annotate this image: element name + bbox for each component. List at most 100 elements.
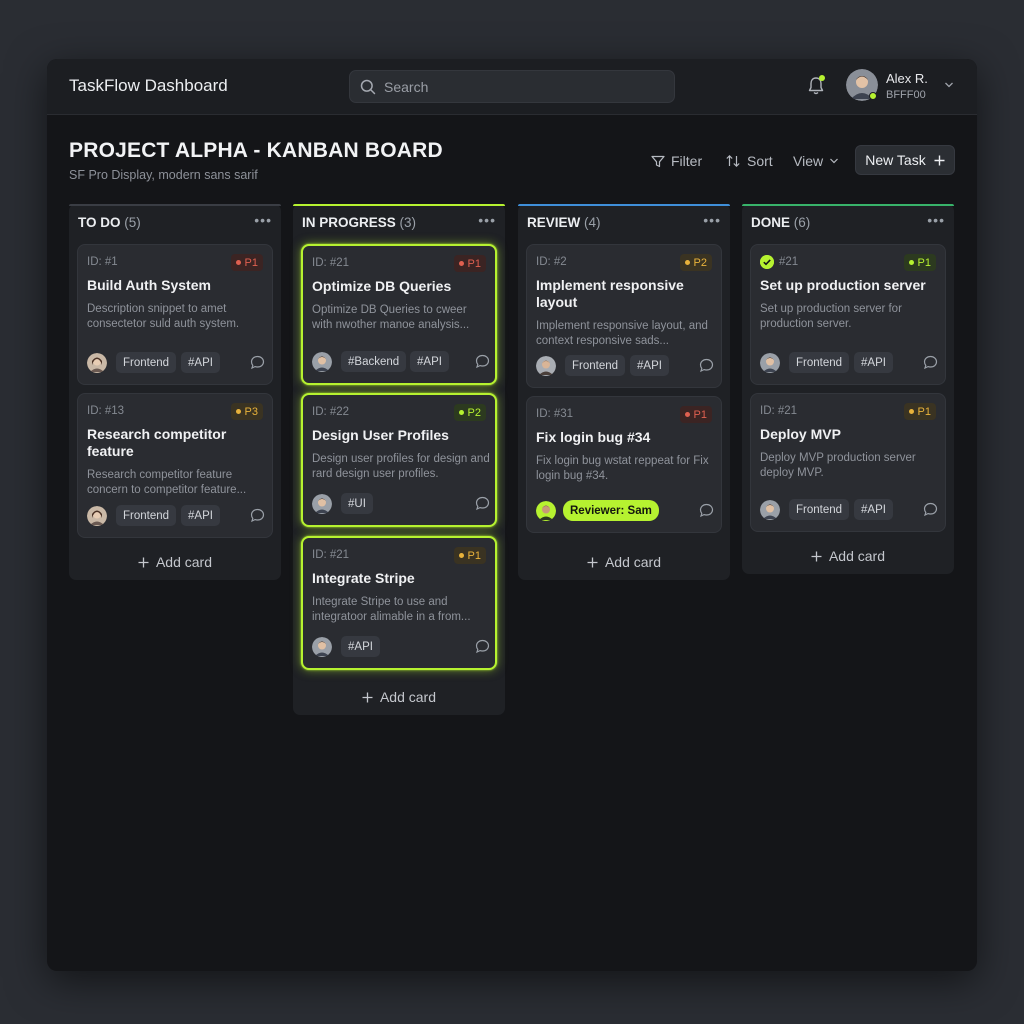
column-title: DONE (6) (751, 215, 811, 230)
task-card[interactable]: ID: #1 P1 Build Auth System Description … (77, 244, 273, 385)
filter-label: Filter (671, 153, 703, 169)
add-card-label: Add card (828, 548, 886, 564)
comment-icon[interactable] (699, 358, 714, 373)
add-card-button[interactable]: Add card (742, 546, 954, 566)
card-title: Integrate Stripe (312, 570, 415, 586)
column-count: (5) (124, 215, 141, 230)
filter-icon (651, 155, 665, 167)
add-card-label: Add card (379, 689, 437, 705)
chevron-down-icon[interactable] (944, 81, 954, 89)
comment-icon[interactable] (475, 639, 490, 654)
tag[interactable]: Frontend (116, 505, 177, 526)
priority-badge: P1 (903, 403, 936, 420)
card-id: ID: #21 (312, 549, 350, 561)
tag[interactable]: #API (630, 355, 669, 376)
column-in-progress: IN PROGRESS (3) ••• ID: #21 P1 Optimize … (293, 204, 505, 715)
comment-icon[interactable] (923, 502, 938, 517)
card-id: ID: #13 (87, 405, 125, 417)
add-card-button[interactable]: Add card (518, 552, 730, 572)
card-title: Deploy MVP (760, 426, 841, 442)
sort-button[interactable]: Sort (725, 151, 773, 171)
avatar (87, 506, 107, 526)
card-description: Research competitor feature concern to c… (87, 469, 247, 496)
add-card-button[interactable]: Add card (69, 552, 281, 572)
tag[interactable]: Frontend (789, 499, 850, 520)
card-description: Integrate Stripe to use and integratoor … (312, 596, 471, 623)
card-description: Design user profiles for design and rard… (312, 453, 490, 480)
online-status-dot (869, 92, 877, 100)
column-title: IN PROGRESS (3) (302, 215, 417, 230)
tag[interactable]: #UI (341, 493, 373, 514)
task-card[interactable]: ID: #21 P1 Optimize DB Queries Optimize … (301, 244, 497, 385)
sort-label: Sort (747, 153, 773, 169)
tag[interactable]: #API (181, 505, 220, 526)
task-card[interactable]: #21 P1 Set up production server Set up p… (750, 244, 946, 385)
task-card[interactable]: ID: #31 P1 Fix login bug #34 Fix login b… (526, 396, 722, 533)
column-review: REVIEW (4) ••• ID: #2 P2 Implement respo… (518, 204, 730, 580)
comment-icon[interactable] (699, 503, 714, 518)
column-header: DONE (6) ••• (742, 204, 954, 240)
more-icon[interactable]: ••• (927, 212, 945, 228)
search-box[interactable] (349, 70, 675, 103)
avatar (536, 356, 556, 376)
task-card[interactable]: ID: #21 P1 Deploy MVP Deploy MVP product… (750, 393, 946, 532)
task-card[interactable]: ID: #22 P2 Design User Profiles Design u… (301, 393, 497, 527)
card-title: Optimize DB Queries (312, 278, 452, 294)
sort-icon (726, 154, 740, 168)
chevron-down-icon (830, 158, 839, 164)
task-card[interactable]: ID: #21 P1 Integrate Stripe Integrate St… (301, 536, 497, 670)
card-footer: #UI (312, 493, 490, 515)
more-icon[interactable]: ••• (478, 212, 496, 228)
comment-icon[interactable] (475, 354, 490, 369)
search-input[interactable] (384, 71, 664, 102)
avatar (536, 501, 556, 521)
comment-icon[interactable] (250, 508, 265, 523)
more-icon[interactable]: ••• (254, 212, 272, 228)
column-title: REVIEW (4) (527, 215, 601, 230)
card-footer: Frontend #API (760, 499, 938, 521)
card-description: Implement responsive layout, and context… (536, 320, 708, 347)
reviewer-badge[interactable]: Reviewer: Sam (563, 500, 659, 521)
column-title: TO DO (5) (78, 215, 141, 230)
tag[interactable]: #Backend (341, 351, 407, 372)
filter-button[interactable]: Filter (651, 151, 702, 171)
card-title: Implement responsive layout (536, 277, 684, 310)
comment-icon[interactable] (923, 355, 938, 370)
card-footer: Reviewer: Sam (536, 500, 714, 522)
avatar (312, 637, 332, 657)
add-card-button[interactable]: Add card (293, 687, 505, 707)
card-id: ID: #2 (536, 256, 567, 268)
column-header: REVIEW (4) ••• (518, 204, 730, 240)
tag[interactable]: #API (181, 352, 220, 373)
tag[interactable]: #API (854, 499, 893, 520)
page-title: PROJECT ALPHA - KANBAN BOARD (69, 139, 443, 162)
avatar (312, 352, 332, 372)
tag[interactable]: Frontend (565, 355, 626, 376)
view-dropdown[interactable]: View (793, 151, 839, 171)
card-description: Fix login bug wstat reppeat for Fix logi… (536, 455, 709, 482)
tag[interactable]: #API (410, 351, 449, 372)
card-id: ID: #22 (312, 406, 350, 418)
card-title: Set up production server (760, 277, 926, 293)
comment-icon[interactable] (250, 355, 265, 370)
card-id: #21 (779, 256, 799, 268)
card-description: Deploy MVP production server deploy MVP. (760, 452, 916, 479)
tag[interactable]: Frontend (116, 352, 177, 373)
tag[interactable]: Frontend (789, 352, 850, 373)
tag[interactable]: #API (854, 352, 893, 373)
task-card[interactable]: ID: #2 P2 Implement responsive layout Im… (526, 244, 722, 388)
task-card[interactable]: ID: #13 P3 Research competitor feature R… (77, 393, 273, 538)
comment-icon[interactable] (475, 496, 490, 511)
more-icon[interactable]: ••• (703, 212, 721, 228)
column-count: (6) (793, 215, 811, 230)
column-count: (4) (584, 215, 601, 230)
plus-icon (138, 557, 149, 567)
priority-badge: P1 (230, 254, 263, 271)
card-description: Optimize DB Queries to cweer with nwothe… (312, 304, 470, 331)
tag[interactable]: #API (341, 636, 380, 657)
app-title: TaskFlow Dashboard (69, 76, 228, 95)
card-footer: Frontend #API (536, 355, 714, 377)
search-icon (360, 79, 376, 95)
plus-icon (362, 692, 373, 702)
new-task-button[interactable]: New Task (855, 145, 955, 175)
